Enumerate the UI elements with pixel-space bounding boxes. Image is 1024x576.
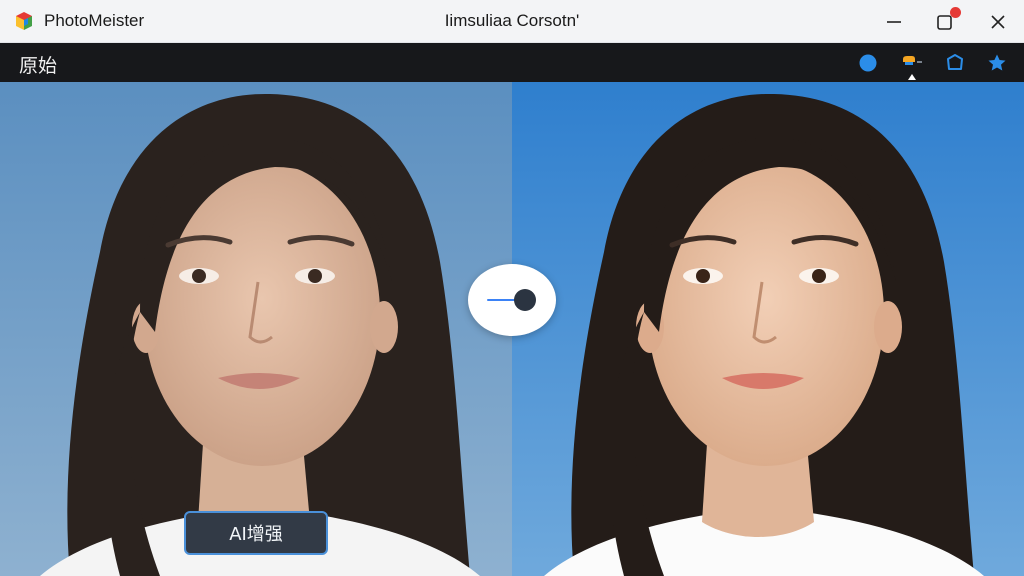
close-icon — [991, 15, 1005, 29]
compare-slider-handle[interactable] — [468, 264, 556, 336]
original-portrait-image — [0, 82, 512, 576]
ai-enhance-button[interactable]: AI增强 — [184, 511, 328, 555]
notification-dot — [950, 7, 961, 18]
circle-tool-button[interactable] — [856, 51, 880, 75]
favorite-button[interactable] — [985, 51, 1009, 75]
top-toolbar: 原始 — [0, 43, 1024, 82]
active-tool-indicator — [908, 74, 916, 80]
enhanced-image-pane — [512, 82, 1024, 576]
enhanced-portrait-image — [512, 82, 1024, 576]
view-mode-label: 原始 — [19, 55, 58, 77]
circle-tool-icon — [859, 54, 877, 72]
brush-tool-icon — [903, 56, 922, 65]
app-name: PhotoMeister — [44, 11, 145, 30]
title-bar: PhotoMeister Iimsuliaa Corsotn' — [0, 0, 1024, 43]
window-title: Iimsuliaa Corsotn' — [444, 11, 580, 30]
app-logo-icon — [16, 12, 32, 30]
brush-tool-button[interactable] — [900, 51, 924, 75]
star-icon — [988, 54, 1006, 71]
shape-tool-icon — [947, 54, 963, 70]
minimize-button[interactable] — [874, 6, 914, 38]
shape-tool-button[interactable] — [943, 51, 967, 75]
compare-slider-knob[interactable] — [514, 289, 536, 311]
original-image-pane: AI增强 — [0, 82, 512, 576]
image-compare-viewer[interactable]: AI增强 — [0, 82, 1024, 576]
close-button[interactable] — [978, 6, 1018, 38]
minimize-icon — [887, 21, 901, 23]
